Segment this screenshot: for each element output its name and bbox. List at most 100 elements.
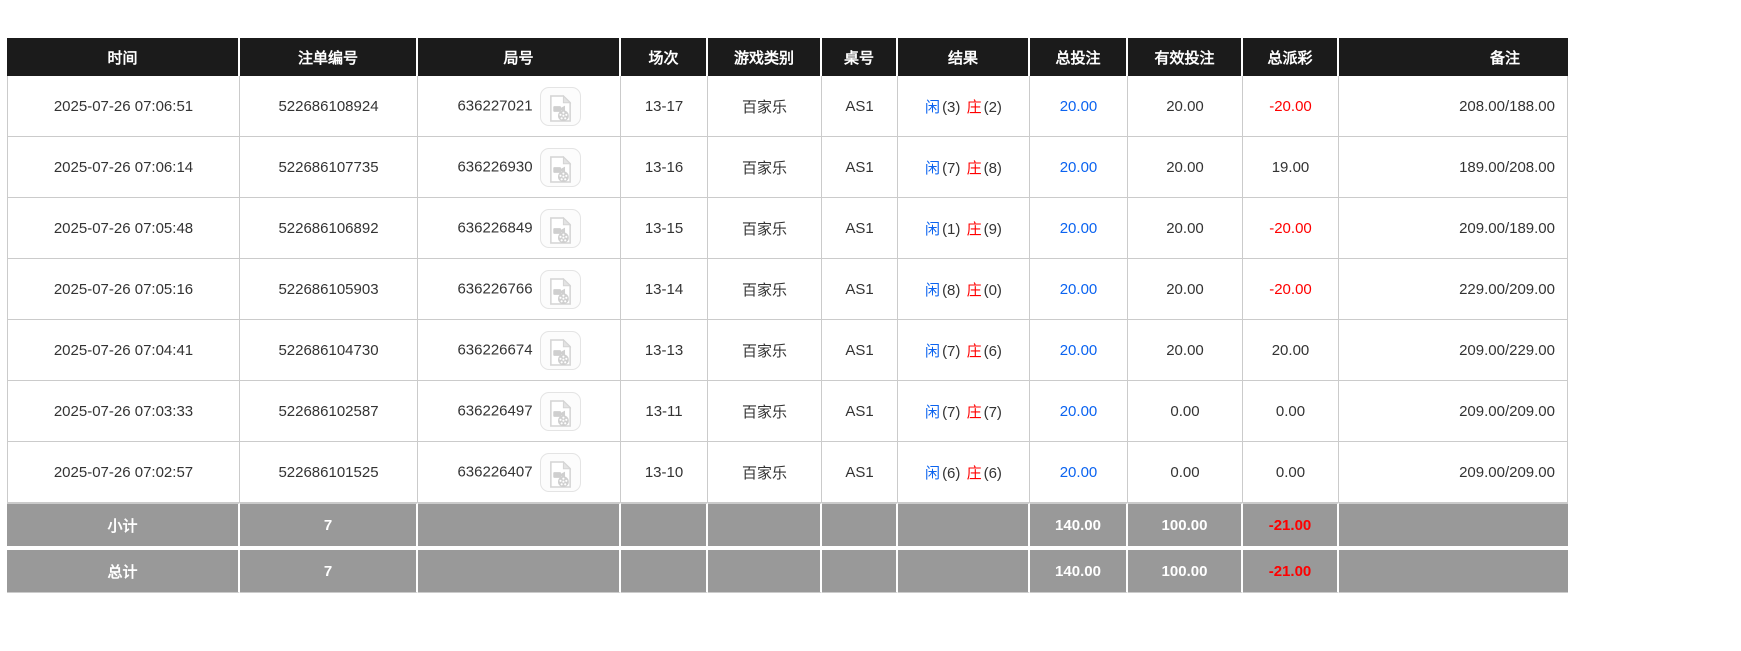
col-header-remark: 备注 xyxy=(1339,38,1568,76)
total-bet-cell: 20.00 xyxy=(1030,259,1128,320)
remark-cell: 209.00/209.00 xyxy=(1339,381,1568,442)
total-label: 总计 xyxy=(7,546,240,593)
video-replay-button[interactable] xyxy=(540,87,581,126)
result-cell: 闲(7) 庄(7) xyxy=(898,381,1030,442)
bet-number-cell: 522686105903 xyxy=(240,259,418,320)
banker-label: 庄 xyxy=(966,465,983,482)
remark-cell: 189.00/208.00 xyxy=(1339,137,1568,198)
round-number-cell: 636226766 xyxy=(418,259,621,320)
col-header-round-number: 局号 xyxy=(418,38,621,76)
total-payout: -21.00 xyxy=(1243,546,1339,593)
bet-number-cell: 522686101525 xyxy=(240,442,418,503)
video-replay-button[interactable] xyxy=(540,453,581,492)
payout-cell: 0.00 xyxy=(1243,442,1339,503)
valid-bet-cell: 20.00 xyxy=(1128,198,1243,259)
player-label: 闲 xyxy=(924,404,941,421)
session-cell: 13-14 xyxy=(621,259,708,320)
banker-label: 庄 xyxy=(966,221,983,238)
round-number: 636226407 xyxy=(457,463,532,480)
time-cell: 2025-07-26 07:05:48 xyxy=(7,198,240,259)
table-row: 2025-07-26 07:02:57522686101525636226407… xyxy=(7,442,1568,503)
table-row: 2025-07-26 07:06:51522686108924636227021… xyxy=(7,76,1568,137)
valid-bet-cell: 20.00 xyxy=(1128,137,1243,198)
round-number-cell: 636226407 xyxy=(418,442,621,503)
col-header-table-number: 桌号 xyxy=(822,38,898,76)
remark-cell: 208.00/188.00 xyxy=(1339,76,1568,137)
session-cell: 13-15 xyxy=(621,198,708,259)
game-type-cell: 百家乐 xyxy=(708,137,822,198)
player-score: (1) xyxy=(941,221,961,238)
table-number-cell: AS1 xyxy=(822,198,898,259)
subtotal-total-bet: 140.00 xyxy=(1030,503,1128,546)
video-replay-button[interactable] xyxy=(540,331,581,370)
col-header-bet-number: 注单编号 xyxy=(240,38,418,76)
subtotal-row: 小计 7 140.00 100.00 -21.00 xyxy=(7,503,1568,546)
player-label: 闲 xyxy=(924,343,941,360)
round-number-cell: 636227021 xyxy=(418,76,621,137)
session-cell: 13-16 xyxy=(621,137,708,198)
player-label: 闲 xyxy=(924,282,941,299)
player-label: 闲 xyxy=(924,99,941,116)
banker-label: 庄 xyxy=(966,343,983,360)
game-type-cell: 百家乐 xyxy=(708,320,822,381)
remark-cell: 229.00/209.00 xyxy=(1339,259,1568,320)
payout-cell: -20.00 xyxy=(1243,259,1339,320)
video-file-icon xyxy=(547,338,574,367)
video-replay-button[interactable] xyxy=(540,270,581,309)
payout-cell: 19.00 xyxy=(1243,137,1339,198)
player-score: (6) xyxy=(941,465,961,482)
payout-cell: 0.00 xyxy=(1243,381,1339,442)
player-label: 闲 xyxy=(924,465,941,482)
time-cell: 2025-07-26 07:06:14 xyxy=(7,137,240,198)
table-number-cell: AS1 xyxy=(822,259,898,320)
banker-score: (7) xyxy=(983,404,1003,421)
total-bet-cell: 20.00 xyxy=(1030,320,1128,381)
time-cell: 2025-07-26 07:04:41 xyxy=(7,320,240,381)
table-number-cell: AS1 xyxy=(822,137,898,198)
table-footer: 小计 7 140.00 100.00 -21.00 总计 7 140.00 10… xyxy=(7,503,1568,593)
round-number: 636226849 xyxy=(457,219,532,236)
total-bet-cell: 20.00 xyxy=(1030,137,1128,198)
banker-score: (9) xyxy=(983,221,1003,238)
round-number-cell: 636226849 xyxy=(418,198,621,259)
session-cell: 13-10 xyxy=(621,442,708,503)
banker-label: 庄 xyxy=(966,99,983,116)
total-bet-cell: 20.00 xyxy=(1030,198,1128,259)
player-score: (7) xyxy=(941,343,961,360)
banker-score: (2) xyxy=(983,99,1003,116)
result-cell: 闲(7) 庄(8) xyxy=(898,137,1030,198)
remark-cell: 209.00/189.00 xyxy=(1339,198,1568,259)
round-number: 636226497 xyxy=(457,402,532,419)
table-number-cell: AS1 xyxy=(822,442,898,503)
game-type-cell: 百家乐 xyxy=(708,381,822,442)
table-row: 2025-07-26 07:03:33522686102587636226497… xyxy=(7,381,1568,442)
payout-cell: -20.00 xyxy=(1243,76,1339,137)
video-file-icon xyxy=(547,216,574,245)
col-header-time: 时间 xyxy=(7,38,240,76)
result-cell: 闲(1) 庄(9) xyxy=(898,198,1030,259)
time-cell: 2025-07-26 07:05:16 xyxy=(7,259,240,320)
game-type-cell: 百家乐 xyxy=(708,198,822,259)
valid-bet-cell: 20.00 xyxy=(1128,259,1243,320)
col-header-valid-bet: 有效投注 xyxy=(1128,38,1243,76)
valid-bet-cell: 0.00 xyxy=(1128,381,1243,442)
total-row: 总计 7 140.00 100.00 -21.00 xyxy=(7,546,1568,593)
player-score: (7) xyxy=(941,160,961,177)
video-file-icon xyxy=(547,399,574,428)
col-header-session: 场次 xyxy=(621,38,708,76)
result-cell: 闲(6) 庄(6) xyxy=(898,442,1030,503)
total-bet-cell: 20.00 xyxy=(1030,442,1128,503)
video-replay-button[interactable] xyxy=(540,392,581,431)
video-file-icon xyxy=(547,155,574,184)
col-header-game-type: 游戏类别 xyxy=(708,38,822,76)
total-total-bet: 140.00 xyxy=(1030,546,1128,593)
video-replay-button[interactable] xyxy=(540,148,581,187)
bet-records-page: 时间 注单编号 局号 场次 游戏类别 桌号 结果 总投注 有效投注 总派彩 备注… xyxy=(0,0,1741,593)
video-replay-button[interactable] xyxy=(540,209,581,248)
table-row: 2025-07-26 07:06:14522686107735636226930… xyxy=(7,137,1568,198)
game-type-cell: 百家乐 xyxy=(708,442,822,503)
bet-records-table: 时间 注单编号 局号 场次 游戏类别 桌号 结果 总投注 有效投注 总派彩 备注… xyxy=(7,38,1568,593)
player-score: (8) xyxy=(941,282,961,299)
table-row: 2025-07-26 07:05:16522686105903636226766… xyxy=(7,259,1568,320)
subtotal-valid-bet: 100.00 xyxy=(1128,503,1243,546)
